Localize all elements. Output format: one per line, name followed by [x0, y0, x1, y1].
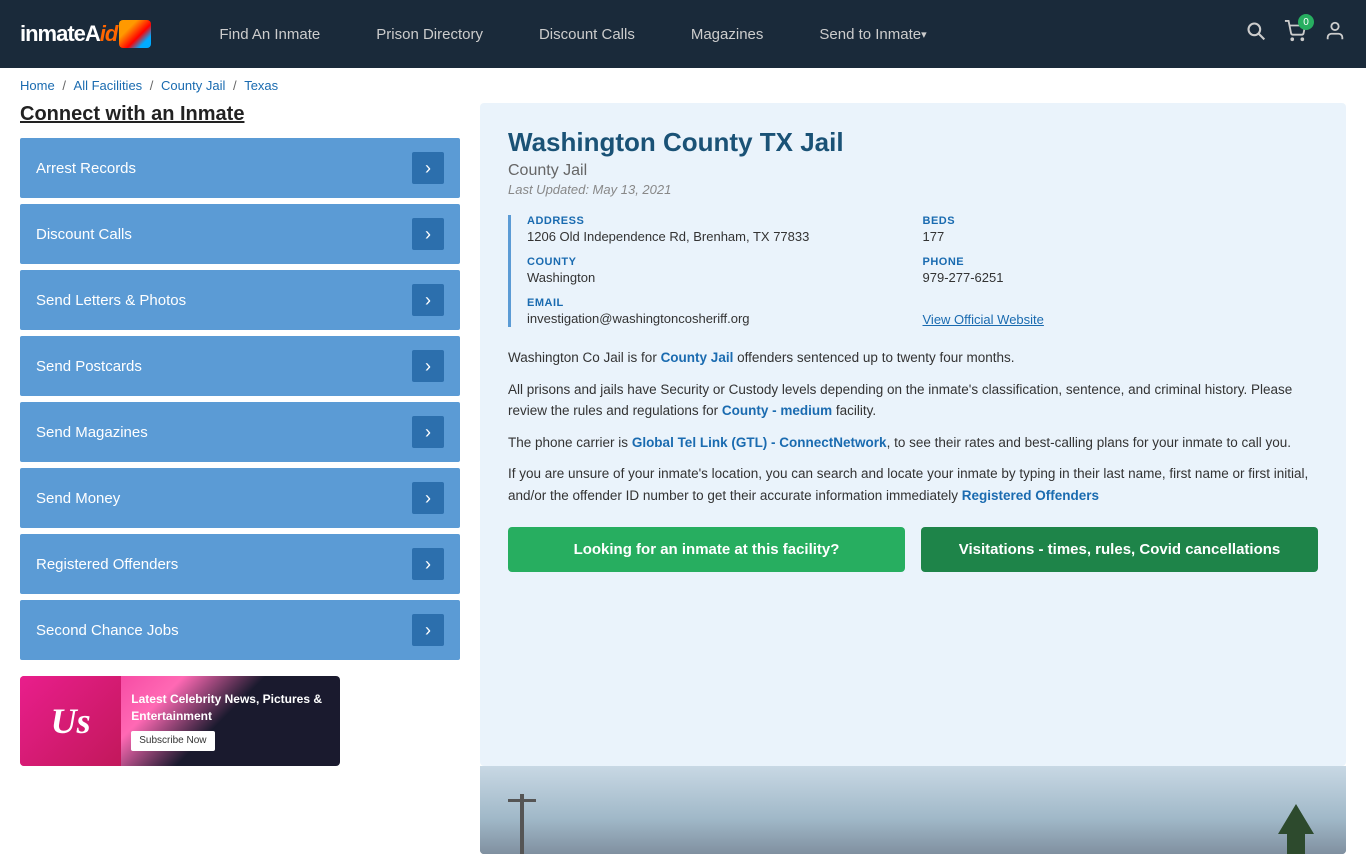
main-content: Connect with an Inmate Arrest Records › …	[0, 103, 1366, 766]
arrow-icon: ›	[412, 284, 444, 316]
phone-label: PHONE	[923, 256, 1319, 268]
beds-block: BEDS 177	[923, 215, 1319, 244]
nav-magazines[interactable]: Magazines	[663, 0, 792, 68]
header: inmateAid Find An Inmate Prison Director…	[0, 0, 1366, 68]
sidebar-item-registered-offenders[interactable]: Registered Offenders ›	[20, 534, 460, 594]
address-label: ADDRESS	[527, 215, 923, 227]
website-block: View Official Website	[923, 297, 1319, 327]
ad-banner[interactable]: Us Latest Celebrity News, Pictures & Ent…	[20, 676, 340, 766]
nav-find-inmate[interactable]: Find An Inmate	[191, 0, 348, 68]
sidebar-label-send-money: Send Money	[36, 490, 120, 507]
facility-subtitle: County Jail	[508, 162, 1318, 180]
search-icon[interactable]	[1246, 21, 1266, 47]
sidebar-label-send-magazines: Send Magazines	[36, 424, 148, 441]
sidebar: Connect with an Inmate Arrest Records › …	[20, 103, 460, 766]
arrow-icon: ›	[412, 350, 444, 382]
desc-2: All prisons and jails have Security or C…	[508, 379, 1318, 422]
logo-icon	[119, 20, 151, 48]
sidebar-label-arrest-records: Arrest Records	[36, 160, 136, 177]
breadcrumb-all-facilities[interactable]: All Facilities	[74, 78, 143, 93]
sidebar-item-send-letters[interactable]: Send Letters & Photos ›	[20, 270, 460, 330]
looking-for-inmate-button[interactable]: Looking for an inmate at this facility?	[508, 527, 905, 572]
arrow-icon: ›	[412, 548, 444, 580]
address-value: 1206 Old Independence Rd, Brenham, TX 77…	[527, 229, 923, 244]
beds-label: BEDS	[923, 215, 1319, 227]
visitations-button[interactable]: Visitations - times, rules, Covid cancel…	[921, 527, 1318, 572]
sidebar-item-second-chance-jobs[interactable]: Second Chance Jobs ›	[20, 600, 460, 660]
breadcrumb-texas[interactable]: Texas	[244, 78, 278, 93]
logo[interactable]: inmateAid	[20, 20, 151, 48]
ad-logo: Us	[51, 700, 91, 742]
breadcrumb-county-jail[interactable]: County Jail	[161, 78, 225, 93]
cart-badge: 0	[1298, 14, 1314, 30]
registered-offenders-link[interactable]: Registered Offenders	[962, 488, 1099, 503]
breadcrumb: Home / All Facilities / County Jail / Te…	[0, 68, 1366, 103]
facility-last-updated: Last Updated: May 13, 2021	[508, 182, 1318, 197]
website-spacer	[923, 297, 1319, 309]
sidebar-label-registered-offenders: Registered Offenders	[36, 556, 178, 573]
sidebar-label-second-chance-jobs: Second Chance Jobs	[36, 622, 179, 639]
desc-4: If you are unsure of your inmate's locat…	[508, 463, 1318, 506]
nav-send-to-inmate[interactable]: Send to Inmate	[791, 0, 954, 68]
sidebar-label-send-postcards: Send Postcards	[36, 358, 142, 375]
user-icon[interactable]	[1324, 20, 1346, 48]
sidebar-title: Connect with an Inmate	[20, 103, 460, 126]
sidebar-item-send-money[interactable]: Send Money ›	[20, 468, 460, 528]
nav-discount-calls[interactable]: Discount Calls	[511, 0, 663, 68]
email-value: investigation@washingtoncosheriff.org	[527, 311, 923, 326]
logo-text: inmateAid	[20, 21, 117, 47]
sidebar-item-arrest-records[interactable]: Arrest Records ›	[20, 138, 460, 198]
sidebar-item-send-magazines[interactable]: Send Magazines ›	[20, 402, 460, 462]
county-block: COUNTY Washington	[527, 256, 923, 285]
sky-background	[480, 766, 1346, 854]
sidebar-label-send-letters: Send Letters & Photos	[36, 292, 186, 309]
phone-value: 979-277-6251	[923, 270, 1319, 285]
header-icons: 0	[1246, 20, 1346, 48]
email-label: EMAIL	[527, 297, 923, 309]
ad-content: Latest Celebrity News, Pictures & Entert…	[121, 683, 340, 759]
sidebar-item-discount-calls[interactable]: Discount Calls ›	[20, 204, 460, 264]
pole-silhouette	[520, 794, 524, 854]
facility-title: Washington County TX Jail	[508, 127, 1318, 158]
info-grid: ADDRESS 1206 Old Independence Rd, Brenha…	[508, 215, 1318, 327]
address-block: ADDRESS 1206 Old Independence Rd, Brenha…	[527, 215, 923, 244]
county-label: COUNTY	[527, 256, 923, 268]
county-value: Washington	[527, 270, 923, 285]
phone-block: PHONE 979-277-6251	[923, 256, 1319, 285]
arrow-icon: ›	[412, 614, 444, 646]
arrow-icon: ›	[412, 218, 444, 250]
main-nav: Find An Inmate Prison Directory Discount…	[191, 0, 1246, 68]
beds-value: 177	[923, 229, 1319, 244]
action-buttons: Looking for an inmate at this facility? …	[508, 527, 1318, 572]
gtl-link[interactable]: Global Tel Link (GTL) - ConnectNetwork	[632, 435, 887, 450]
desc-1: Washington Co Jail is for County Jail of…	[508, 347, 1318, 369]
county-medium-link[interactable]: County - medium	[722, 403, 832, 418]
pole-horizontal	[508, 799, 536, 802]
desc-3: The phone carrier is Global Tel Link (GT…	[508, 432, 1318, 454]
email-block: EMAIL investigation@washingtoncosheriff.…	[527, 297, 923, 327]
ad-subscribe-button[interactable]: Subscribe Now	[131, 731, 214, 751]
ad-title: Latest Celebrity News, Pictures & Entert…	[131, 691, 330, 725]
county-jail-link[interactable]: County Jail	[661, 350, 734, 365]
facility-image	[480, 766, 1346, 854]
website-link[interactable]: View Official Website	[923, 312, 1044, 327]
detail-panel: Washington County TX Jail County Jail La…	[480, 103, 1346, 766]
arrow-icon: ›	[412, 482, 444, 514]
arrow-icon: ›	[412, 416, 444, 448]
breadcrumb-home[interactable]: Home	[20, 78, 55, 93]
ad-logo-area: Us	[20, 676, 121, 766]
sidebar-item-send-postcards[interactable]: Send Postcards ›	[20, 336, 460, 396]
nav-prison-directory[interactable]: Prison Directory	[348, 0, 511, 68]
cart-icon[interactable]: 0	[1284, 20, 1306, 48]
sidebar-label-discount-calls: Discount Calls	[36, 226, 132, 243]
arrow-icon: ›	[412, 152, 444, 184]
